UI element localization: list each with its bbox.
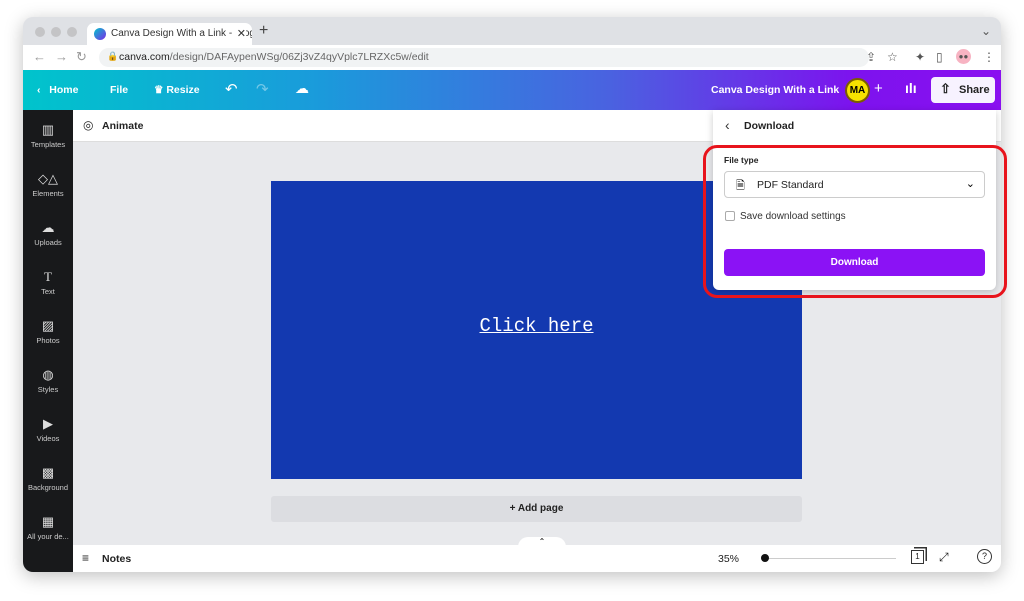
browser-menu-icon[interactable]: ⋮ <box>983 50 995 64</box>
cloud-saved-icon[interactable]: ☁ <box>295 80 309 97</box>
resize-button[interactable]: ♛ Resize <box>154 84 200 96</box>
canva-favicon-icon <box>94 28 106 40</box>
zoom-slider[interactable] <box>761 558 896 559</box>
sidebar-item-uploads[interactable]: ☁ Uploads <box>23 220 73 247</box>
fullscreen-icon[interactable]: ⤢ <box>939 550 949 565</box>
sidebar-item-label: Styles <box>37 385 59 394</box>
sidebar-item-label: Templates <box>30 140 66 149</box>
tab-title: Canva Design With a Link - Blog <box>111 28 252 39</box>
photo-icon: ▨ <box>41 318 55 333</box>
sidebar-item-label: Photos <box>36 336 60 345</box>
templates-icon: ▥ <box>41 122 55 137</box>
share-button[interactable]: ⇧ Share <box>931 77 995 103</box>
sidebar-item-text[interactable]: T Text <box>23 269 73 296</box>
resize-label: Resize <box>166 84 200 96</box>
bottom-bar: ≡ Notes 35% 1 ⤢ ? <box>73 545 1001 572</box>
add-page-button[interactable]: + Add page <box>271 496 802 522</box>
bookmark-star-icon[interactable]: ☆ <box>887 50 898 64</box>
extensions-icon[interactable]: ✦ <box>915 50 925 64</box>
close-window-button[interactable] <box>35 27 45 37</box>
sidebar-item-templates[interactable]: ▥ Templates <box>23 122 73 149</box>
address-bar-row: ← → ↻ 🔒 canva.com/design/DAFAypenWSg/06Zj… <box>23 45 1001 70</box>
sidebar-toggle-icon[interactable]: ▯ <box>936 50 943 64</box>
url-input[interactable]: 🔒 canva.com/design/DAFAypenWSg/06Zj3vZ4qy… <box>99 48 869 67</box>
sidebar-item-background[interactable]: ▩ Background <box>23 465 73 492</box>
share-label: Share <box>959 84 990 96</box>
design-title[interactable]: Canva Design With a Link <box>711 84 839 96</box>
animate-button[interactable]: Animate <box>102 120 143 132</box>
highlight-annotation <box>703 145 1007 298</box>
notes-button[interactable]: Notes <box>102 553 131 565</box>
left-sidebar: ▥ Templates ◇△ Elements ☁ Uploads T Text ▨ Ph… <box>23 110 73 572</box>
share-page-icon[interactable]: ⇪ <box>866 50 876 64</box>
back-chevron-icon[interactable]: ‹ <box>725 117 730 133</box>
sidebar-item-styles[interactable]: ◍ Styles <box>23 367 73 394</box>
notes-icon: ≡ <box>82 551 90 565</box>
panel-title: Download <box>744 120 795 132</box>
sidebar-item-label: Elements <box>32 189 64 198</box>
minimize-window-button[interactable] <box>51 27 61 37</box>
page-count-button[interactable]: 1 <box>911 550 924 564</box>
elements-icon: ◇△ <box>38 171 58 186</box>
avatar[interactable]: MA <box>845 78 870 103</box>
lock-icon: 🔒 <box>107 51 119 61</box>
file-menu[interactable]: File <box>110 84 128 96</box>
new-tab-button[interactable]: + <box>259 22 268 40</box>
add-collaborator-icon[interactable]: + <box>874 80 883 97</box>
cloud-upload-icon: ☁ <box>41 220 55 235</box>
home-button[interactable]: ‹ Home <box>37 84 78 96</box>
sidebar-item-elements[interactable]: ◇△ Elements <box>23 171 73 198</box>
click-here-link[interactable]: Click here <box>271 315 802 337</box>
reload-icon[interactable]: ↻ <box>76 49 87 65</box>
insights-chart-icon[interactable]: ılı <box>905 80 917 96</box>
tab-bar: Canva Design With a Link - Blog ✕ + ⌄ <box>23 17 1001 45</box>
help-icon[interactable]: ? <box>977 549 992 564</box>
sidebar-item-label: Videos <box>36 434 60 443</box>
text-icon: T <box>44 269 52 284</box>
profile-avatar[interactable]: ●● <box>956 49 971 64</box>
background-hatch-icon: ▩ <box>41 465 55 480</box>
sidebar-item-label: Background <box>27 483 69 492</box>
redo-icon[interactable]: ↷ <box>256 80 269 98</box>
upload-share-icon: ⇧ <box>940 81 951 96</box>
sidebar-item-label: All your de... <box>27 532 69 541</box>
home-label: Home <box>49 84 79 96</box>
browser-tab[interactable]: Canva Design With a Link - Blog ✕ <box>87 23 252 45</box>
forward-icon[interactable]: → <box>55 49 68 64</box>
sidebar-item-label: Uploads <box>34 238 62 247</box>
grid-icon: ▦ <box>41 514 55 529</box>
animate-icon: ◎ <box>83 118 94 132</box>
sidebar-item-videos[interactable]: ▶ Videos <box>23 416 73 443</box>
sidebar-item-label: Text <box>41 287 55 296</box>
palette-icon: ◍ <box>42 367 54 382</box>
url-path: /design/DAFAypenWSg/06Zj3vZ4qyVplc7LRZXc… <box>169 51 429 63</box>
maximize-window-button[interactable] <box>67 27 77 37</box>
sidebar-item-all-designs[interactable]: ▦ All your de... <box>23 514 73 541</box>
undo-icon[interactable]: ↶ <box>225 80 238 98</box>
zoom-percent[interactable]: 35% <box>718 553 739 565</box>
close-tab-icon[interactable]: ✕ <box>233 27 246 40</box>
url-host: canva.com <box>119 51 170 63</box>
editor-toolbar: ‹ Home File ♛ Resize ↶ ↷ ☁ Canva Design … <box>23 70 1001 110</box>
back-icon[interactable]: ← <box>33 49 46 64</box>
sidebar-item-photos[interactable]: ▨ Photos <box>23 318 73 345</box>
video-icon: ▶ <box>43 416 53 431</box>
tab-search-chevron-icon[interactable]: ⌄ <box>981 24 991 38</box>
zoom-slider-handle[interactable] <box>761 554 769 562</box>
